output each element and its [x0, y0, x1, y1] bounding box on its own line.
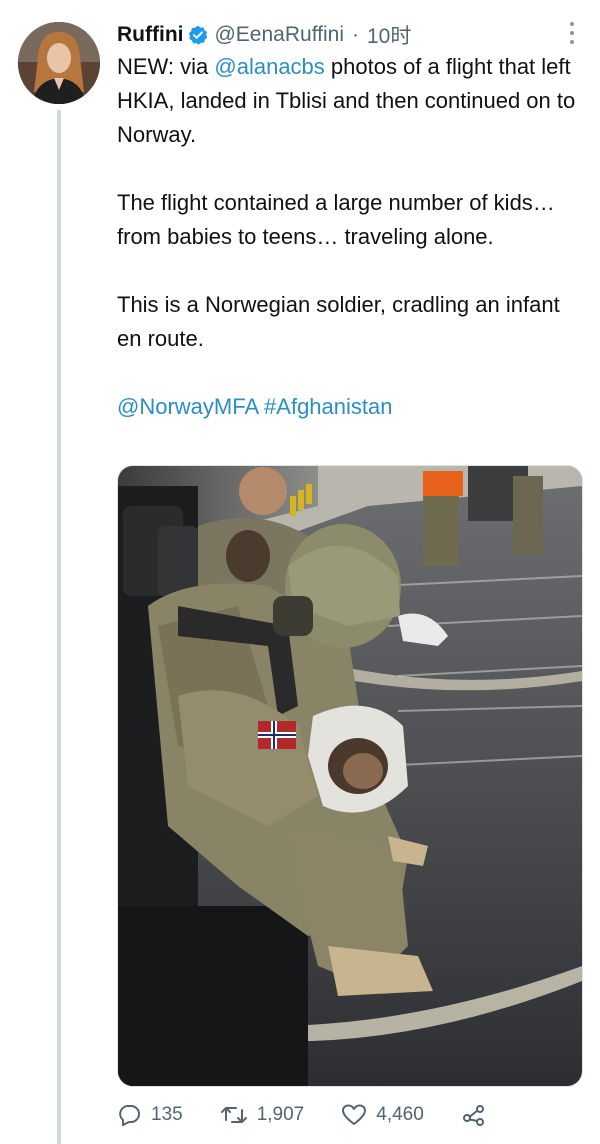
- share-icon: [462, 1105, 484, 1126]
- tweet-paragraph-4: @NorwayMFA #Afghanistan: [117, 390, 577, 424]
- tweet-text: NEW: via @alanacbs photos of a flight th…: [117, 50, 577, 424]
- tweet-paragraph-3: This is a Norwegian soldier, cradling an…: [117, 292, 560, 351]
- retweet-icon: [220, 1107, 247, 1123]
- like-icon: [342, 1104, 367, 1125]
- reply-button[interactable]: 135: [117, 1104, 183, 1126]
- reply-count: 135: [151, 1104, 183, 1125]
- like-button[interactable]: 4,460: [342, 1104, 424, 1126]
- mention-norwaymfa[interactable]: @NorwayMFA: [117, 394, 258, 419]
- retweet-count: 1,907: [256, 1104, 305, 1125]
- tweet-photo[interactable]: [117, 465, 583, 1087]
- tweet-paragraph-2: The flight contained a large number of k…: [117, 190, 555, 249]
- tweet-text-segment: NEW: via: [117, 54, 215, 79]
- reply-icon: [119, 1105, 140, 1126]
- tweet-paragraph-1: NEW: via @alanacbs photos of a flight th…: [117, 50, 577, 152]
- verified-badge-icon: [188, 25, 208, 45]
- timestamp[interactable]: 10时: [367, 20, 411, 50]
- mention-alanacbs[interactable]: @alanacbs: [214, 54, 324, 79]
- retweet-button[interactable]: 1,907: [220, 1104, 305, 1126]
- tweet-header: Ruffini @EenaRuffini · 10时: [117, 20, 580, 50]
- hashtag-afghanistan[interactable]: #Afghanistan: [264, 394, 392, 419]
- more-options-icon[interactable]: [562, 22, 582, 44]
- like-count: 4,460: [376, 1104, 424, 1125]
- share-button[interactable]: [462, 1104, 496, 1126]
- tweet-actions: 135 1,907 4,460: [117, 1100, 517, 1130]
- user-handle[interactable]: @EenaRuffini: [214, 23, 344, 47]
- separator-dot: ·: [352, 23, 359, 46]
- thread-line: [57, 110, 61, 1144]
- avatar[interactable]: [18, 22, 100, 104]
- display-name[interactable]: Ruffini: [117, 23, 183, 47]
